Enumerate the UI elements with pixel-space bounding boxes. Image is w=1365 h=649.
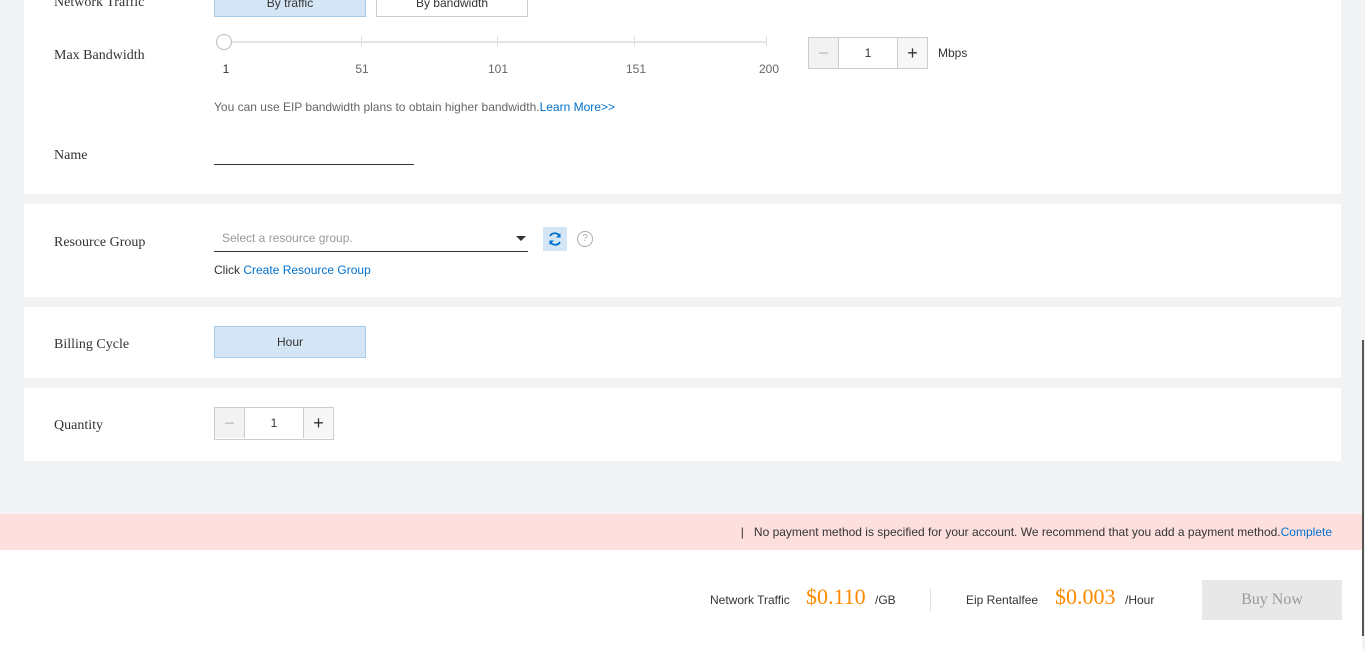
resource-group-placeholder: Select a resource group. (222, 231, 353, 245)
traffic-label: Network Traffic (710, 593, 790, 607)
slider-handle[interactable] (216, 34, 232, 50)
create-resource-group-link[interactable]: Create Resource Group (243, 263, 370, 277)
bandwidth-stepper[interactable]: − 1 + (808, 37, 928, 69)
network-traffic-label: Network Traffic (54, 0, 145, 10)
tick-label: 101 (487, 62, 509, 76)
notice-text: No payment method is specified for your … (753, 525, 1281, 539)
max-bandwidth-label: Max Bandwidth (54, 48, 145, 63)
resource-group-card: Resource Group Select a resource group. … (24, 204, 1341, 297)
quantity-value[interactable]: 1 (245, 408, 303, 439)
slider-tick (766, 36, 767, 46)
create-resource-group-hint: Click Create Resource Group (214, 263, 371, 277)
bandwidth-unit: Mbps (938, 46, 968, 60)
bandwidth-value[interactable]: 1 (839, 38, 897, 68)
quantity-label: Quantity (54, 418, 103, 433)
tick-label: 200 (758, 62, 780, 76)
network-card: Network Traffic By traffic By bandwidth … (24, 0, 1341, 194)
learn-more-link[interactable]: Learn More>> (540, 100, 615, 114)
quantity-card: Quantity − 1 + (24, 388, 1341, 461)
buy-now-button[interactable]: Buy Now (1202, 580, 1342, 620)
bandwidth-hint: You can use EIP bandwidth plans to obtai… (214, 100, 615, 114)
by-traffic-button[interactable]: By traffic (214, 0, 366, 17)
increment-button[interactable]: + (897, 38, 927, 68)
chevron-down-icon (516, 236, 526, 241)
payment-notice: | No payment method is specified for your… (741, 525, 1332, 539)
name-input[interactable] (214, 144, 414, 165)
click-text: Click (214, 263, 240, 277)
traffic-price: $0.110 (806, 584, 866, 609)
decrement-button[interactable]: − (809, 38, 839, 68)
slider-tick (634, 36, 635, 46)
tick-label: 51 (355, 62, 369, 76)
hour-button[interactable]: Hour (214, 326, 366, 358)
billing-cycle-card: Billing Cycle Hour (24, 307, 1341, 378)
rental-unit: /Hour (1125, 593, 1155, 607)
slider-track (224, 41, 767, 43)
payment-notice-bar: | No payment method is specified for your… (0, 514, 1365, 550)
order-footer: Network Traffic $0.110 /GB Eip Rentalfee… (0, 550, 1365, 649)
tick-label: 151 (625, 62, 647, 76)
resource-group-select[interactable]: Select a resource group. (214, 226, 528, 252)
notice-separator: | (740, 525, 744, 539)
help-icon[interactable]: ? (577, 231, 593, 247)
decrement-button[interactable]: − (215, 408, 245, 438)
tick-label: 1 (222, 62, 230, 76)
billing-cycle-label: Billing Cycle (54, 337, 130, 352)
rental-price: $0.003 (1055, 584, 1116, 609)
increment-button[interactable]: + (303, 408, 333, 438)
quantity-stepper[interactable]: − 1 + (214, 407, 334, 440)
traffic-unit: /GB (875, 593, 896, 607)
name-label: Name (54, 148, 88, 163)
bandwidth-hint-text: You can use EIP bandwidth plans to obtai… (214, 100, 540, 114)
slider-tick (497, 36, 498, 46)
complete-link[interactable]: Complete (1281, 525, 1332, 539)
refresh-icon[interactable] (543, 227, 567, 251)
rental-label: Eip Rentalfee (966, 593, 1039, 607)
scrollbar-thumb[interactable] (1362, 340, 1364, 636)
slider-tick (361, 36, 362, 46)
footer-divider (930, 588, 931, 612)
resource-group-label: Resource Group (54, 235, 146, 250)
bandwidth-slider[interactable]: 1 51 101 151 200 (214, 30, 784, 80)
by-bandwidth-button[interactable]: By bandwidth (376, 0, 528, 17)
